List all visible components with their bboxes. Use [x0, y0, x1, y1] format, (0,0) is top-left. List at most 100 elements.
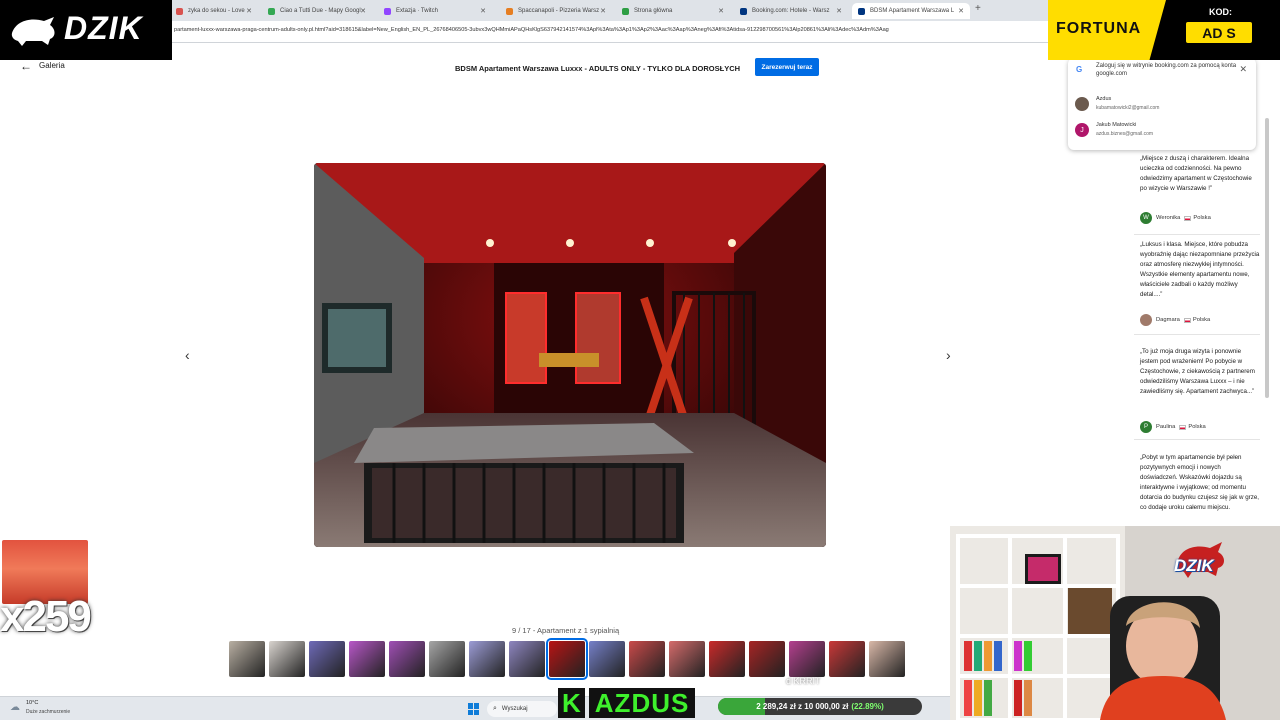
gallery-thumbnail[interactable]: [869, 641, 905, 677]
gallery-thumbnail[interactable]: [389, 641, 425, 677]
streamer-name-banner: K AZDUS: [558, 688, 696, 718]
tab-close-icon[interactable]: ✕: [246, 7, 252, 15]
tab-favicon-icon: [176, 7, 183, 15]
tab-favicon-icon: [740, 7, 747, 15]
browser-tab[interactable]: Ciao a Tutti Due - Mapy Googl ✕: [262, 3, 372, 19]
tab-label: Extazja · Twitch: [396, 8, 438, 14]
google-sign-in-popup: G Zaloguj się w witrynie booking.com za …: [1068, 58, 1256, 150]
author-name: Dagmara: [1156, 317, 1180, 323]
browser-tab[interactable]: Spaccanapoli - Pizzeria Warsz ✕: [500, 3, 612, 19]
divider: [1134, 334, 1260, 335]
gallery-thumbnail[interactable]: [349, 641, 385, 677]
gallery-thumbnail[interactable]: [589, 641, 625, 677]
gallery-thumbnail[interactable]: [546, 638, 588, 680]
review-card: „To już moja druga wizyta i ponownie jes…: [1134, 347, 1260, 440]
tab-label: Booking.com: Hotele - Warsz: [752, 8, 830, 14]
gallery-thumbnail[interactable]: [749, 641, 785, 677]
tab-close-icon[interactable]: ✕: [360, 7, 366, 15]
gallery-back-link[interactable]: ← Galeria: [20, 60, 65, 72]
review-author: Dagmara Polska: [1140, 314, 1210, 326]
windows-start-icon[interactable]: [468, 703, 480, 715]
avatar: W: [1140, 212, 1152, 224]
tab-close-icon[interactable]: ✕: [480, 7, 486, 15]
poland-flag-icon: [1183, 317, 1191, 323]
taskbar-search-label: Wyszukaj: [501, 706, 528, 712]
room-photo-illustration: [314, 163, 826, 547]
url-text[interactable]: partament-luxxx-warszawa-praga-centrum-a…: [174, 27, 1048, 33]
browser-tab[interactable]: Booking.com: Hotele - Warsz ✕: [734, 3, 848, 19]
gallery-thumbnail[interactable]: [429, 641, 465, 677]
streamer-initial: K: [558, 688, 585, 718]
author-country: Polska: [1192, 317, 1211, 323]
webcam-dzik-logo-text: DZIK: [1174, 556, 1214, 575]
browser-tab[interactable]: zyka do sekou - Love ✕: [170, 3, 258, 19]
listing-title: BDSM Apartament Warszawa Luxxx - ADULTS …: [455, 64, 741, 73]
review-text: „Miejsce z duszą i charakterem. Idealna …: [1140, 155, 1252, 192]
close-icon[interactable]: ✕: [1239, 64, 1247, 75]
tab-close-icon[interactable]: ✕: [600, 7, 606, 15]
divider: [1134, 439, 1260, 440]
cloud-icon[interactable]: ☁: [10, 702, 20, 713]
google-account-option[interactable]: J Jakub Matowicki azdus.biznes@gmail.com: [1075, 121, 1245, 141]
tab-label: Spaccanapoli - Pizzeria Warsz: [518, 8, 600, 14]
gallery-thumbnail[interactable]: [789, 641, 825, 677]
author-name: Paulina: [1156, 424, 1176, 430]
browser-tab[interactable]: Extazja · Twitch ✕: [378, 3, 492, 19]
account-name: Jakub Matowicki: [1096, 122, 1137, 128]
poland-flag-icon: [1179, 424, 1187, 430]
tab-favicon-icon: [384, 7, 391, 15]
gallery-thumbnail[interactable]: [509, 641, 545, 677]
gallery-thumbnail[interactable]: [669, 641, 705, 677]
account-email: kubamatowicki2@gmail.com: [1096, 105, 1160, 111]
gallery-back-label: Galeria: [39, 61, 65, 70]
gallery-thumbnail[interactable]: [709, 641, 745, 677]
next-photo-icon[interactable]: ›: [946, 347, 951, 363]
avatar: [1140, 314, 1152, 326]
donation-goal-text: 2 289,24 zł z 10 000,00 zł (22.89%): [718, 698, 922, 715]
review-card: „Pobyt w tym apartamencie był pełen pozy…: [1134, 453, 1260, 513]
tab-label: BDSM Apartament Warszawa L: [870, 8, 955, 14]
streamer-name: AZDUS: [588, 688, 696, 718]
reserve-button[interactable]: Zarezerwuj teraz: [755, 58, 819, 76]
gallery-thumbnail[interactable]: [309, 641, 345, 677]
author-country: Polska: [1193, 215, 1211, 221]
tab-close-icon[interactable]: ✕: [836, 7, 842, 15]
photo-counter: 9 / 17 - Apartament z 1 sypialnią: [512, 626, 620, 635]
browser-tab-active[interactable]: BDSM Apartament Warszawa L ✕: [852, 3, 970, 19]
account-name: Azdus: [1096, 96, 1112, 102]
tab-label: Ciao a Tutti Due - Mapy Googl: [280, 8, 361, 14]
dzik-logo: DZIK: [0, 0, 172, 60]
tab-favicon-icon: [622, 7, 629, 15]
sub-count: x259: [0, 592, 92, 641]
donation-percent: (22.89%): [851, 702, 884, 711]
tab-label: Strona główna: [634, 8, 673, 14]
donation-separator: z: [798, 702, 803, 711]
main-photo: [314, 163, 826, 547]
gallery-thumbnail[interactable]: [229, 641, 265, 677]
overlay-text: d KRRIT: [786, 676, 821, 686]
tab-favicon-icon: [858, 7, 865, 15]
gallery-thumbnail[interactable]: [469, 641, 505, 677]
tab-close-icon[interactable]: ✕: [958, 7, 964, 15]
gallery-thumbnail[interactable]: [629, 641, 665, 677]
thumbnail-strip: [229, 638, 913, 680]
google-popup-title: Zaloguj się w witrynie booking.com za po…: [1096, 63, 1237, 77]
browser-tab[interactable]: Strona główna ✕: [616, 3, 730, 19]
new-tab-icon[interactable]: +: [975, 3, 981, 14]
google-icon: G: [1076, 65, 1083, 74]
fortuna-logo-text: FORTUNA: [1056, 20, 1142, 37]
google-account-option[interactable]: Azdus kubamatowicki2@gmail.com: [1075, 95, 1245, 115]
promo-code-label: KOD:: [1209, 7, 1232, 17]
fortuna-banner: FORTUNA KOD: AD S: [1048, 0, 1280, 60]
tab-close-icon[interactable]: ✕: [718, 7, 724, 15]
avatar: [1075, 97, 1089, 111]
review-card: „Miejsce z duszą i charakterem. Idealna …: [1134, 154, 1260, 235]
author-name: Weronika: [1156, 215, 1181, 221]
previous-photo-icon[interactable]: ‹: [185, 347, 190, 363]
gallery-thumbnail[interactable]: [829, 641, 865, 677]
scrollbar[interactable]: [1265, 118, 1269, 398]
taskbar-search[interactable]: ⌕ Wyszukaj: [487, 701, 557, 717]
avatar: P: [1140, 421, 1152, 433]
gallery-thumbnail[interactable]: [269, 641, 305, 677]
review-text: „Pobyt w tym apartamencie był pełen pozy…: [1140, 454, 1259, 511]
